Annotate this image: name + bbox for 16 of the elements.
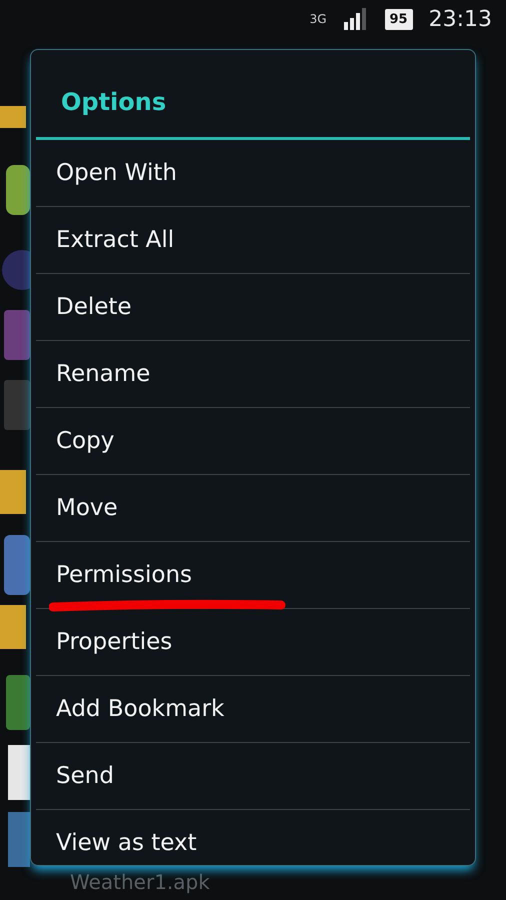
menu-item[interactable]: Move: [36, 475, 470, 542]
menu-item[interactable]: Permissions: [36, 542, 470, 609]
battery-icon: 95: [384, 8, 413, 30]
menu-item[interactable]: Copy: [36, 408, 470, 475]
clock: 23:13: [428, 6, 492, 34]
menu-item[interactable]: Extract All: [36, 207, 470, 274]
file-name: Weather1.apk: [70, 870, 210, 894]
dialog-title: Options: [36, 50, 470, 140]
menu-item[interactable]: Rename: [36, 341, 470, 408]
menu-item[interactable]: Open With: [36, 140, 470, 207]
menu-item[interactable]: Properties: [36, 609, 470, 676]
menu-item[interactable]: Delete: [36, 274, 470, 341]
signal-icon: [342, 8, 368, 30]
network-type: 3G: [310, 11, 326, 28]
menu-item[interactable]: Send: [36, 743, 470, 810]
menu-item[interactable]: Add Bookmark: [36, 676, 470, 743]
